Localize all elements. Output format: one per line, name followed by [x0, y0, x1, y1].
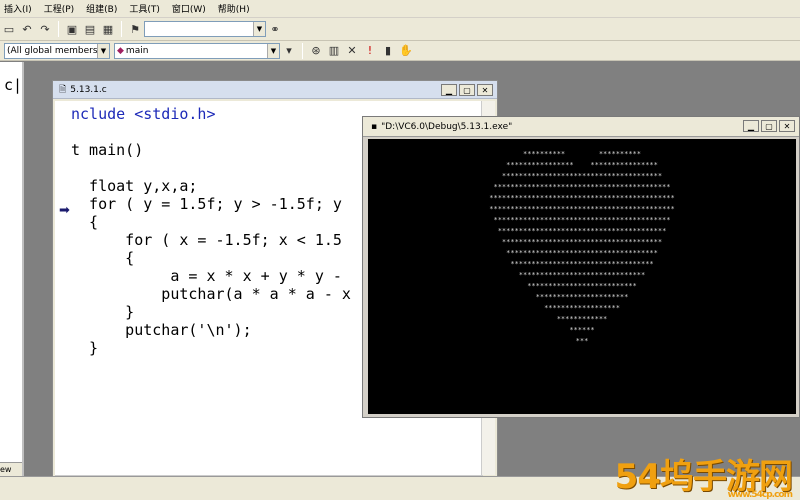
- close-icon[interactable]: ✕: [779, 120, 795, 132]
- code-line: {: [71, 249, 135, 267]
- minimize-icon[interactable]: ▁: [743, 120, 759, 132]
- compile-icon[interactable]: ⊛: [308, 43, 324, 59]
- execution-arrow-icon: ➡: [59, 203, 70, 218]
- menu-project[interactable]: 工程(P): [44, 2, 74, 15]
- find-in-files-icon[interactable]: ⚑: [127, 21, 143, 37]
- wizard-action-icon[interactable]: ▾: [281, 43, 297, 59]
- console-output-area[interactable]: ********** ********** **************** *…: [368, 139, 796, 414]
- scope-combo-value: (All global members: [7, 45, 98, 56]
- chevron-down-icon[interactable]: ▼: [253, 22, 265, 36]
- pane-tab-label: ew: [0, 465, 12, 474]
- minimize-icon[interactable]: ▁: [441, 84, 457, 96]
- standard-toolbar: ▭ ↶ ↷ ▣ ▤ ▦ ⚑ ▼ ⚭: [0, 18, 800, 41]
- code-line: putchar('\n');: [71, 321, 252, 339]
- pane-tab[interactable]: ew: [0, 462, 22, 476]
- execute-icon[interactable]: !: [362, 43, 378, 59]
- editor-titlebar[interactable]: 🗎 5.13.1.c ▁ ▢ ✕: [53, 81, 497, 99]
- chevron-down-icon[interactable]: ▼: [267, 43, 279, 58]
- watermark-url: www.54cp.com: [727, 490, 793, 500]
- wizard-toolbar: (All global members ▼ ◆ main ▼ ▾ ⊛ ▥ ✕ !…: [0, 41, 800, 61]
- go-icon[interactable]: ▮: [380, 43, 396, 59]
- binoculars-icon[interactable]: ⚭: [267, 21, 283, 37]
- toolbar-separator: [58, 21, 59, 37]
- menu-window[interactable]: 窗口(W): [172, 2, 206, 15]
- code-line: float y,x,a;: [71, 177, 198, 195]
- console-icon: ▪: [371, 121, 378, 132]
- menu-insert[interactable]: 插入(I): [4, 2, 32, 15]
- console-window: ▪ "D:\VC6.0\Debug\5.13.1.exe" ▁ ▢ ✕ ****…: [362, 116, 800, 418]
- console-window-buttons: ▁ ▢ ✕: [741, 120, 795, 132]
- redo-icon[interactable]: ↷: [37, 21, 53, 37]
- watermark-logo: 54坞手游网 www.54cp.com: [615, 449, 793, 500]
- menu-build[interactable]: 组建(B): [86, 2, 117, 15]
- code-line: }: [71, 339, 99, 357]
- undo-icon[interactable]: ↶: [19, 21, 35, 37]
- code-line: ncl​ude <stdio.h>: [71, 105, 216, 123]
- maximize-icon[interactable]: ▢: [761, 120, 777, 132]
- code-line: }: [71, 303, 135, 321]
- editor-window-buttons: ▁ ▢ ✕: [439, 84, 493, 96]
- document-icon: 🗎: [59, 84, 67, 95]
- console-title: "D:\VC6.0\Debug\5.13.1.exe": [381, 121, 513, 132]
- workspace-icon[interactable]: ▣: [64, 21, 80, 37]
- maximize-icon[interactable]: ▢: [459, 84, 475, 96]
- build-icon[interactable]: ▥: [326, 43, 342, 59]
- code-line: t main(): [71, 141, 144, 159]
- windows-icon[interactable]: ▦: [100, 21, 116, 37]
- console-output-text: ********** ********** **************** *…: [489, 150, 675, 345]
- close-icon[interactable]: ✕: [477, 84, 493, 96]
- console-titlebar[interactable]: ▪ "D:\VC6.0\Debug\5.13.1.exe" ▁ ▢ ✕: [363, 117, 799, 137]
- file-icon[interactable]: ▭: [1, 21, 17, 37]
- function-combo[interactable]: ◆ main ▼: [114, 42, 280, 59]
- function-icon: ◆: [117, 45, 124, 56]
- scope-combo[interactable]: (All global members ▼: [4, 42, 110, 59]
- output-icon[interactable]: ▤: [82, 21, 98, 37]
- toolbar-separator: [121, 21, 122, 37]
- stop-build-icon[interactable]: ✕: [344, 43, 360, 59]
- find-combo[interactable]: ▼: [144, 21, 266, 37]
- code-line: putchar(a * a * a - x: [71, 285, 351, 303]
- editor-title: 5.13.1.c: [70, 84, 107, 95]
- code-line: {: [71, 213, 99, 231]
- workspace-pane-text: c|: [4, 76, 23, 94]
- function-combo-value: main: [125, 45, 149, 56]
- breakpoint-hand-icon[interactable]: ✋: [398, 43, 414, 59]
- toolbar-separator: [302, 42, 303, 59]
- code-line: for ( x = -1.5f; x < 1.5: [71, 231, 342, 249]
- menu-tools[interactable]: 工具(T): [129, 2, 160, 15]
- menu-bar: 插入(I) 工程(P) 组建(B) 工具(T) 窗口(W) 帮助(H): [0, 0, 800, 18]
- workspace-pane: c| ew: [0, 62, 24, 476]
- menu-help[interactable]: 帮助(H): [218, 2, 250, 15]
- code-line: a = x * x + y * y -: [71, 267, 342, 285]
- mdi-workspace: c| ew 🗎 5.13.1.c ▁ ▢ ✕ ➡ ncl​ude <stdio.…: [0, 62, 800, 500]
- chevron-down-icon[interactable]: ▼: [97, 43, 109, 58]
- code-line: for ( y = 1.5f; y > -1.5f; y: [71, 195, 342, 213]
